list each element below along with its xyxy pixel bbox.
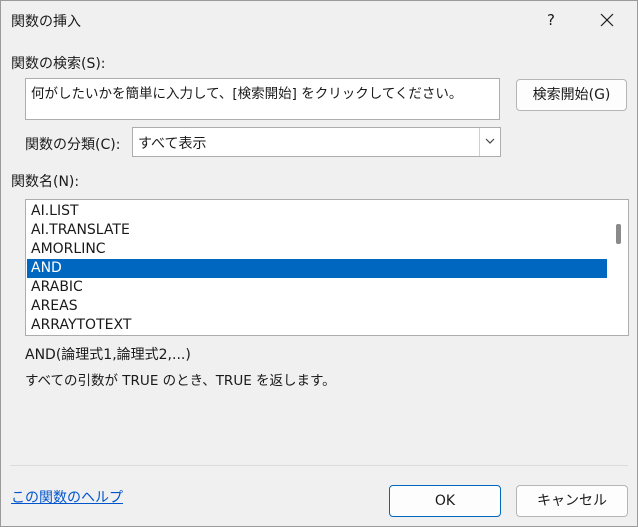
list-item[interactable]: ARRAYTOTEXT [27,316,607,335]
function-help-link[interactable]: この関数のヘルプ [11,487,123,507]
function-description: すべての引数が TRUE のとき、TRUE を返します。 [25,373,336,389]
category-value: すべて表示 [138,136,207,152]
list-item-selected[interactable]: AND [27,259,607,278]
ok-button[interactable]: OK [389,485,501,517]
footer-divider [10,465,628,466]
help-button[interactable]: ? [529,3,573,37]
title-bar: 関数の挿入 ? [1,1,637,41]
list-item[interactable]: ARABIC [27,278,607,297]
close-button[interactable] [585,3,629,37]
category-label: 関数の分類(C): [25,137,121,153]
search-input[interactable]: 何がしたいかを簡単に入力して、[検索開始] をクリックしてください。 [25,78,500,120]
list-item[interactable]: AI.LIST [27,202,607,221]
search-button[interactable]: 検索開始(G) [516,79,627,111]
insert-function-dialog: 関数の挿入 ? 関数の検索(S): 何がしたいかを簡単に入力して、[検索開始] … [0,0,638,527]
category-select[interactable]: すべて表示 [132,127,501,157]
search-label: 関数の検索(S): [11,56,106,72]
list-item[interactable]: AREAS [27,297,607,316]
dialog-title: 関数の挿入 [11,14,81,30]
category-dropdown-button[interactable] [479,128,500,156]
list-item[interactable]: AMORLINC [27,240,607,259]
cancel-button[interactable]: キャンセル [516,485,628,517]
scrollbar-thumb[interactable] [616,224,621,244]
close-icon [600,13,614,27]
search-input-text: 何がしたいかを簡単に入力して、[検索開始] をクリックしてください。 [31,86,463,102]
chevron-down-icon [485,138,495,144]
function-list-label: 関数名(N): [11,174,80,190]
list-scrollbar[interactable] [608,200,628,335]
function-listbox[interactable]: AI.LIST AI.TRANSLATE AMORLINC AND ARABIC… [25,199,629,336]
function-syntax: AND(論理式1,論理式2,...) [25,347,191,363]
list-item[interactable]: AI.TRANSLATE [27,221,607,240]
